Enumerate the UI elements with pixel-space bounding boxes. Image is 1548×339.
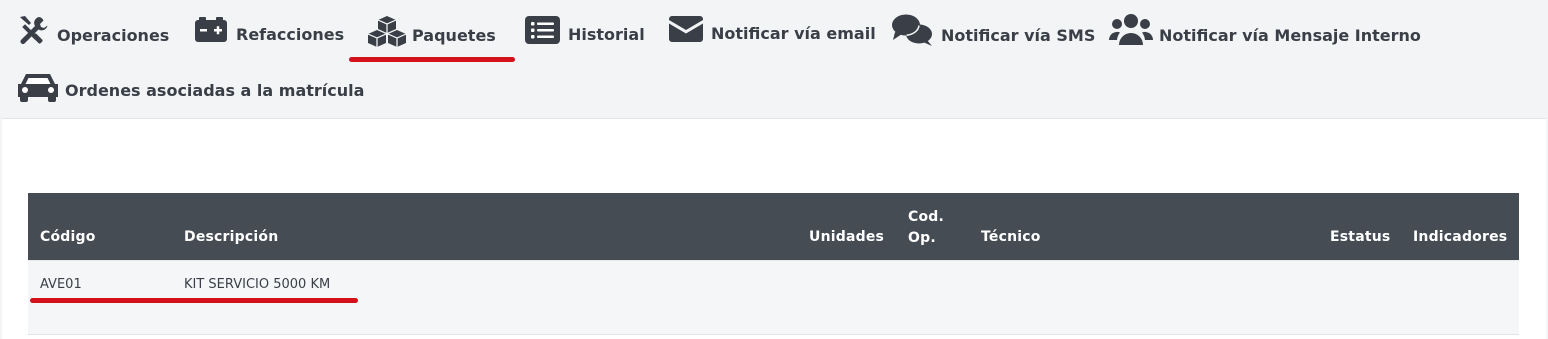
tab-paquetes[interactable]: Paquetes	[368, 15, 496, 47]
cubes-icon	[368, 15, 406, 47]
tab-operaciones[interactable]: Operaciones	[17, 15, 169, 47]
active-tab-underline	[349, 57, 515, 62]
cell-descripcion: KIT SERVICIO 5000 KM	[184, 277, 331, 292]
tab-ordenes-matricula[interactable]: Ordenes asociadas a la matrícula	[17, 71, 364, 103]
chat-bubbles-icon	[891, 13, 935, 47]
tab-notificar-interno-label: Notificar vía Mensaje Interno	[1159, 25, 1421, 45]
tab-paquetes-label: Paquetes	[412, 25, 496, 45]
list-icon	[524, 15, 562, 45]
tab-refacciones-label: Refacciones	[236, 24, 345, 44]
users-icon	[1109, 13, 1153, 47]
header-cod-op: Cod. Op.	[908, 207, 944, 249]
envelope-icon	[669, 15, 705, 43]
tab-notificar-sms-label: Notificar vía SMS	[941, 25, 1096, 45]
car-icon	[17, 71, 59, 103]
tab-historial-label: Historial	[568, 24, 645, 44]
tab-notificar-interno[interactable]: Notificar vía Mensaje Interno	[1109, 13, 1421, 47]
battery-icon	[194, 15, 230, 45]
header-codigo: Código	[40, 229, 96, 245]
header-indicadores: Indicadores	[1413, 229, 1508, 245]
tab-historial[interactable]: Historial	[524, 15, 645, 45]
tab-refacciones[interactable]: Refacciones	[194, 15, 344, 45]
header-descripcion: Descripción	[184, 229, 279, 245]
header-cod-op-line1: Cod.	[908, 209, 945, 225]
tools-icon	[17, 15, 51, 47]
table-header: Código Descripción Unidades Cod. Op. Téc…	[28, 193, 1519, 260]
tab-operaciones-label: Operaciones	[57, 25, 170, 45]
tab-bar: Operaciones Refacciones Paquetes Histori…	[0, 0, 1548, 118]
header-tecnico: Técnico	[981, 229, 1041, 245]
content-panel: Código Descripción Unidades Cod. Op. Téc…	[2, 118, 1546, 339]
cell-codigo: AVE01	[40, 277, 82, 292]
header-unidades: Unidades	[809, 229, 885, 245]
row-highlight-underline	[30, 298, 358, 303]
header-cod-op-line2: Op.	[908, 230, 936, 246]
tab-notificar-email[interactable]: Notificar vía email	[669, 15, 876, 43]
tab-notificar-email-label: Notificar vía email	[711, 23, 876, 43]
header-estatus: Estatus	[1330, 229, 1391, 245]
tab-ordenes-matricula-label: Ordenes asociadas a la matrícula	[65, 80, 365, 100]
tab-notificar-sms[interactable]: Notificar vía SMS	[891, 13, 1095, 47]
paquetes-table: Código Descripción Unidades Cod. Op. Téc…	[28, 193, 1519, 335]
